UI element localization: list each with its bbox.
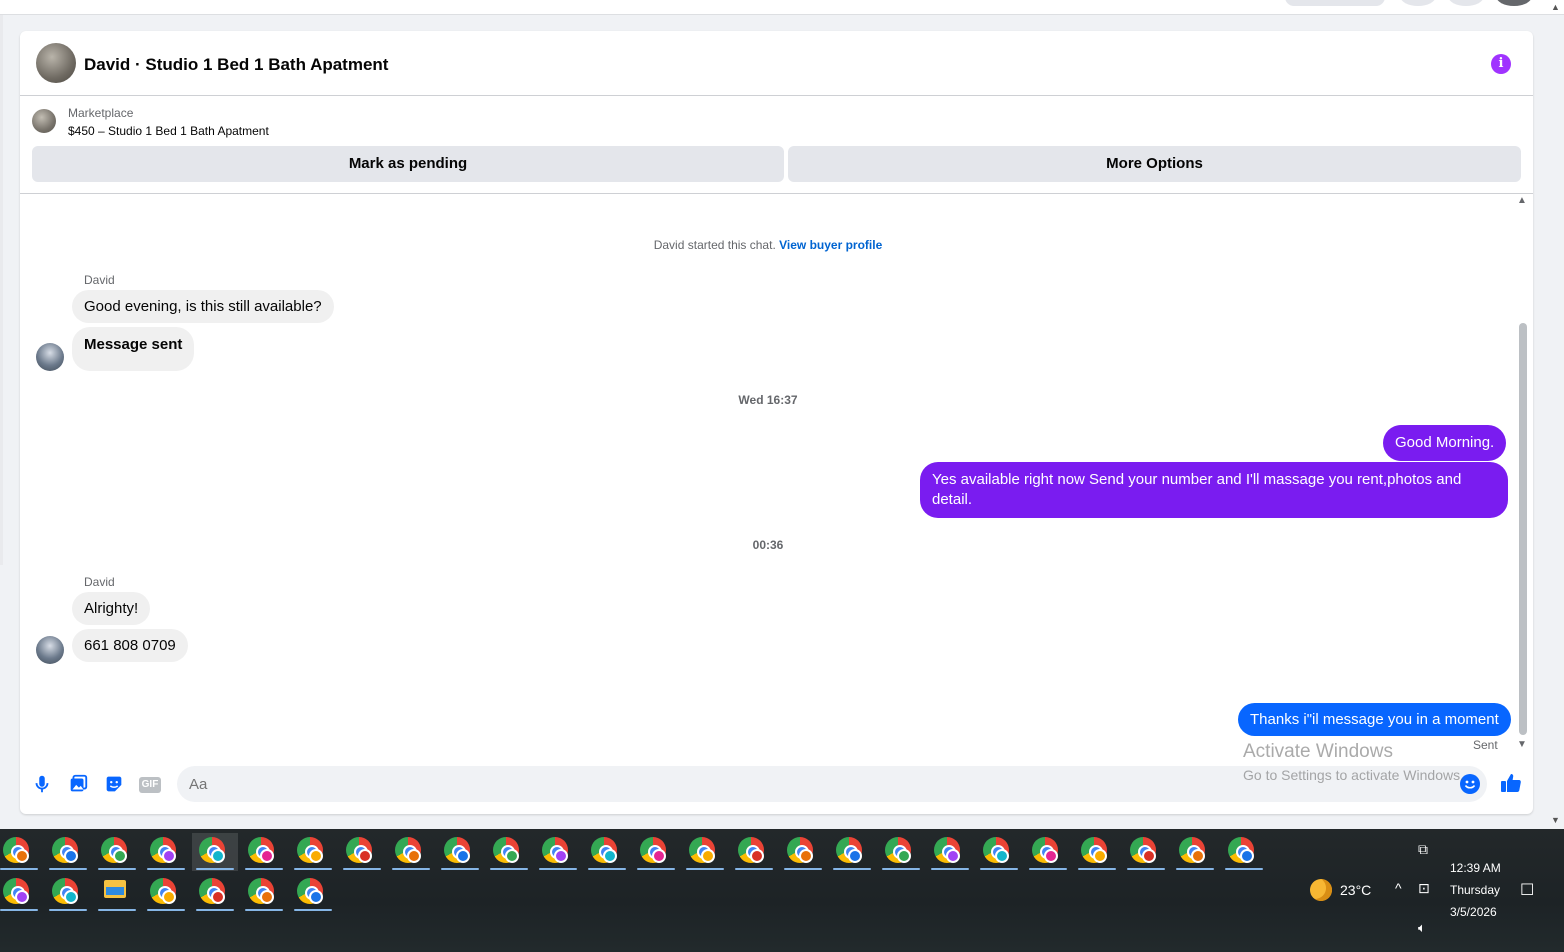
listing-thumbnail[interactable]	[32, 109, 56, 133]
chrome-icon[interactable]	[927, 833, 973, 871]
chat-start-text: David started this chat.	[653, 238, 776, 252]
chrome-icon[interactable]	[143, 874, 189, 912]
top-nav-bar	[0, 0, 1564, 15]
chrome-icon[interactable]	[633, 833, 679, 871]
chrome-icon[interactable]	[1123, 833, 1169, 871]
chrome-icon[interactable]	[731, 833, 777, 871]
chrome-icon[interactable]	[192, 833, 238, 871]
weather-temperature[interactable]: 23°C	[1340, 882, 1371, 898]
watermark-subtitle: Go to Settings to activate Windows.	[1243, 767, 1464, 783]
chrome-icon[interactable]	[290, 833, 336, 871]
conversation-avatar[interactable]	[36, 43, 76, 83]
clock-date[interactable]: 3/5/2026	[1450, 905, 1497, 919]
clock-time[interactable]: 12:39 AM	[1450, 861, 1501, 875]
chrome-icon[interactable]	[1025, 833, 1071, 871]
chrome-icon[interactable]	[192, 874, 238, 912]
gif-button[interactable]: GIF	[139, 777, 161, 793]
chrome-icon[interactable]	[290, 874, 336, 912]
chrome-icon[interactable]	[1172, 833, 1218, 871]
chrome-icon[interactable]	[682, 833, 728, 871]
volume-icon[interactable]: 🔈︎	[1418, 920, 1426, 936]
scroll-up-arrow-icon[interactable]: ▲	[1517, 195, 1527, 206]
account-avatar[interactable]	[1496, 0, 1532, 6]
chrome-icon[interactable]	[339, 833, 385, 871]
listing-category: Marketplace	[68, 106, 134, 120]
weather-moon-icon[interactable]	[1310, 879, 1332, 901]
timestamp: Wed 16:37	[738, 393, 798, 407]
sender-avatar[interactable]	[36, 343, 64, 371]
network-icon[interactable]: ⊡	[1418, 880, 1430, 897]
chrome-icon[interactable]	[388, 833, 434, 871]
top-nav-circle-button[interactable]	[1448, 0, 1484, 6]
chrome-icon[interactable]	[437, 833, 483, 871]
outgoing-message[interactable]: Yes available right now Send your number…	[920, 462, 1508, 518]
chrome-icon[interactable]	[45, 874, 91, 912]
sender-name: David	[84, 273, 115, 287]
chrome-icon[interactable]	[829, 833, 875, 871]
chrome-icon[interactable]	[535, 833, 581, 871]
chat-scrollbar-thumb[interactable]	[1519, 323, 1527, 735]
thumbs-up-icon[interactable]	[1499, 771, 1523, 795]
outgoing-message[interactable]: Good Morning.	[1383, 425, 1507, 461]
chrome-icon[interactable]	[0, 874, 42, 912]
chrome-icon[interactable]	[584, 833, 630, 871]
message-thread: David started this chat. View buyer prof…	[20, 195, 1533, 763]
chrome-icon[interactable]	[45, 833, 91, 871]
chrome-icon[interactable]	[241, 833, 287, 871]
info-icon[interactable]: i	[1491, 54, 1511, 74]
listing-banner: Marketplace $450 – Studio 1 Bed 1 Bath A…	[20, 97, 1533, 194]
message-status: Sent	[1473, 738, 1498, 752]
clock-day[interactable]: Thursday	[1450, 883, 1500, 897]
chrome-icon[interactable]	[1221, 833, 1267, 871]
scroll-down-arrow-icon[interactable]: ▼	[1517, 739, 1527, 750]
more-options-button[interactable]: More Options	[788, 146, 1521, 182]
chrome-icon[interactable]	[976, 833, 1022, 871]
incoming-message[interactable]: Message sent	[72, 327, 195, 371]
conversation-panel: David · Studio 1 Bed 1 Bath Apatment i M…	[20, 31, 1533, 814]
conversation-title[interactable]: David · Studio 1 Bed 1 Bath Apatment	[84, 55, 388, 75]
conversation-header: David · Studio 1 Bed 1 Bath Apatment i	[20, 31, 1533, 96]
mark-as-pending-button[interactable]: Mark as pending	[32, 146, 784, 182]
microphone-icon[interactable]	[31, 773, 53, 795]
chrome-icon[interactable]	[241, 874, 287, 912]
chrome-icon[interactable]	[94, 833, 140, 871]
chat-start-notice: David started this chat. View buyer prof…	[20, 238, 1516, 252]
listing-price-title[interactable]: $450 – Studio 1 Bed 1 Bath Apatment	[68, 124, 269, 138]
show-hidden-icons-chevron-icon[interactable]: ^	[1395, 880, 1402, 896]
incoming-message[interactable]: Good evening, is this still available?	[72, 290, 334, 323]
left-edge-divider	[0, 15, 3, 565]
timestamp: 00:36	[752, 538, 784, 552]
chrome-icon[interactable]	[486, 833, 532, 871]
incoming-message[interactable]: Alrighty!	[72, 592, 151, 625]
chrome-icon[interactable]	[0, 833, 42, 871]
activate-windows-watermark: Activate Windows Go to Settings to activ…	[1243, 741, 1464, 783]
chrome-icon[interactable]	[878, 833, 924, 871]
photo-icon[interactable]	[67, 773, 89, 795]
sticker-icon[interactable]	[103, 773, 125, 795]
chrome-icon[interactable]	[1074, 833, 1120, 871]
top-nav-circle-button[interactable]	[1400, 0, 1436, 6]
watermark-title: Activate Windows	[1243, 741, 1393, 762]
meet-now-icon[interactable]: ⧉	[1418, 841, 1428, 858]
notifications-icon[interactable]: ☐	[1520, 880, 1534, 900]
incoming-message[interactable]: 661 808 0709	[72, 629, 188, 662]
chrome-icon[interactable]	[780, 833, 826, 871]
top-nav-pill[interactable]	[1285, 0, 1385, 6]
page-scroll-down-icon[interactable]: ▼	[1551, 815, 1560, 825]
chrome-icon[interactable]	[143, 833, 189, 871]
page-scroll-up-icon[interactable]: ▲	[1551, 2, 1560, 12]
sender-name: David	[84, 575, 115, 589]
sender-avatar[interactable]	[36, 636, 64, 664]
view-buyer-profile-link[interactable]: View buyer profile	[779, 238, 882, 252]
outgoing-message[interactable]: Thanks i"il message you in a moment	[1238, 703, 1511, 736]
file-explorer-icon[interactable]	[94, 874, 140, 912]
